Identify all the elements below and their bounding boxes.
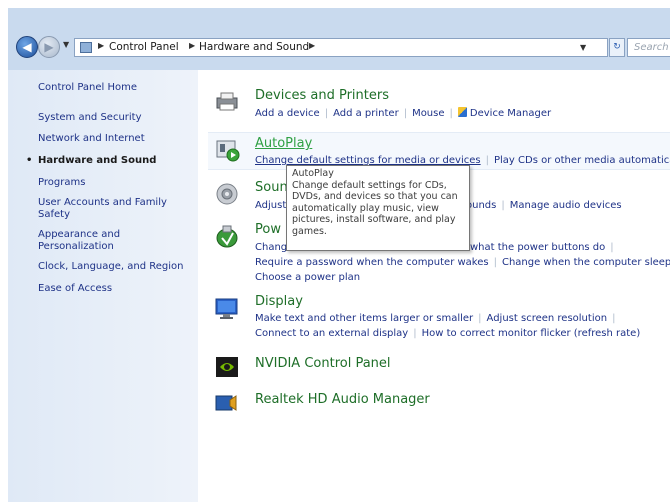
sidebar-item-appearance[interactable]: Appearance and Personalization (38, 229, 148, 253)
control-panel-icon (80, 42, 92, 53)
navigation-bar: ◀ ▶ ▼ ▶ Control Panel ▶ Hardware and Sou… (8, 32, 670, 62)
recent-pages-chevron-icon[interactable]: ▼ (63, 40, 69, 49)
tooltip-title: AutoPlay (292, 168, 334, 179)
display-title[interactable]: Display (255, 294, 303, 309)
sidebar-item-clock-language-region[interactable]: Clock, Language, and Region (38, 261, 188, 273)
change-battery-settings-link[interactable]: Chang (255, 242, 287, 253)
require-password-link[interactable]: Require a password when the computer wak… (255, 257, 489, 268)
search-input[interactable]: Search Co (627, 38, 670, 57)
sidebar: Control Panel Home System and Security N… (8, 70, 198, 502)
devices-and-printers-title[interactable]: Devices and Printers (255, 88, 389, 103)
back-arrow-icon[interactable]: ◀ (16, 36, 38, 58)
breadcrumb-separator-icon[interactable]: ▶ (98, 41, 104, 50)
screen-resolution-link[interactable]: Adjust screen resolution (487, 313, 608, 324)
sidebar-item-label: Hardware and Sound (38, 155, 157, 166)
nvidia-control-panel-title[interactable]: NVIDIA Control Panel (255, 356, 391, 371)
sidebar-item-system-and-security[interactable]: System and Security (38, 112, 188, 124)
forward-arrow-icon[interactable]: ▶ (38, 36, 60, 58)
monitor-flicker-link[interactable]: How to correct monitor flicker (refresh … (422, 328, 641, 339)
sidebar-item-ease-of-access[interactable]: Ease of Access (38, 283, 188, 295)
sidebar-item-programs[interactable]: Programs (38, 177, 188, 189)
address-bar[interactable]: ▶ Control Panel ▶ Hardware and Sound ▶ ▼ (74, 38, 608, 57)
shield-icon (457, 107, 467, 117)
breadcrumb-hardware-and-sound[interactable]: Hardware and Sound (199, 41, 309, 53)
main-panel: Devices and Printers Add a device | Add a … (198, 70, 670, 502)
power-links-row2: Require a password when the computer wak… (255, 257, 670, 268)
computer-sleeps-link[interactable]: Change when the computer sleeps (502, 257, 670, 268)
breadcrumb-separator-icon[interactable]: ▶ (309, 41, 315, 50)
sidebar-item-control-panel-home[interactable]: Control Panel Home (38, 82, 188, 94)
play-cds-automatically-link[interactable]: Play CDs or other media automatical (494, 155, 670, 166)
breadcrumb-control-panel[interactable]: Control Panel (109, 41, 179, 53)
sidebar-item-user-accounts[interactable]: User Accounts and Family Safety (38, 197, 173, 221)
tooltip-body: Change default settings for CDs, DVDs, a… (292, 179, 458, 237)
autoplay-icon (216, 140, 240, 162)
active-bullet-icon: • (26, 155, 33, 166)
sound-icon (216, 183, 238, 205)
power-links-row3: Choose a power plan (255, 272, 360, 283)
refresh-icon[interactable]: ↻ (609, 38, 625, 57)
power-links-row1-end: what the power buttons do | (470, 242, 614, 253)
breadcrumb-separator-icon[interactable]: ▶ (189, 41, 195, 50)
sound-links-start: Adjust (255, 200, 286, 211)
manage-audio-devices-link[interactable]: Manage audio devices (510, 200, 622, 211)
external-display-link[interactable]: Connect to an external display (255, 328, 408, 339)
add-printer-link[interactable]: Add a printer (333, 108, 399, 119)
sound-links-end: ounds | Manage audio devices (466, 200, 622, 211)
sidebar-item-hardware-and-sound[interactable]: • Hardware and Sound (26, 155, 188, 167)
address-dropdown-icon[interactable]: ▼ (580, 43, 586, 52)
change-system-sounds-link[interactable]: ounds (466, 200, 496, 211)
nvidia-icon (216, 357, 238, 377)
text-size-link[interactable]: Make text and other items larger or smal… (255, 313, 473, 324)
realtek-audio-manager-title[interactable]: Realtek HD Audio Manager (255, 392, 430, 407)
sidebar-item-network-and-internet[interactable]: Network and Internet (38, 133, 188, 145)
display-links-row2: Connect to an external display | How to co… (255, 328, 641, 339)
power-options-title[interactable]: Pow (255, 222, 281, 237)
device-manager-link[interactable]: Device Manager (470, 108, 551, 119)
add-device-link[interactable]: Add a device (255, 108, 320, 119)
choose-power-plan-link[interactable]: Choose a power plan (255, 272, 360, 283)
sound-title[interactable]: Soun (255, 180, 288, 195)
autoplay-tooltip: AutoPlay Change default settings for CDs… (286, 165, 470, 251)
devices-links: Add a device | Add a printer | Mouse | Device … (255, 107, 552, 119)
autoplay-title[interactable]: AutoPlay (255, 136, 312, 151)
power-links-row1-start: Chang (255, 242, 287, 253)
power-buttons-link[interactable]: what the power buttons do (470, 242, 605, 253)
mouse-link[interactable]: Mouse (412, 108, 444, 119)
realtek-audio-icon (215, 395, 237, 411)
power-options-icon (216, 225, 238, 248)
devices-and-printers-icon (216, 92, 238, 111)
adjust-system-volume-link[interactable]: Adjust (255, 200, 286, 211)
explorer-window: ◀ ▶ ▼ ▶ Control Panel ▶ Hardware and Sou… (8, 8, 670, 502)
content-area: Control Panel Home System and Security N… (8, 70, 670, 502)
display-links-row1: Make text and other items larger or smal… (255, 313, 616, 324)
display-icon (215, 298, 238, 319)
